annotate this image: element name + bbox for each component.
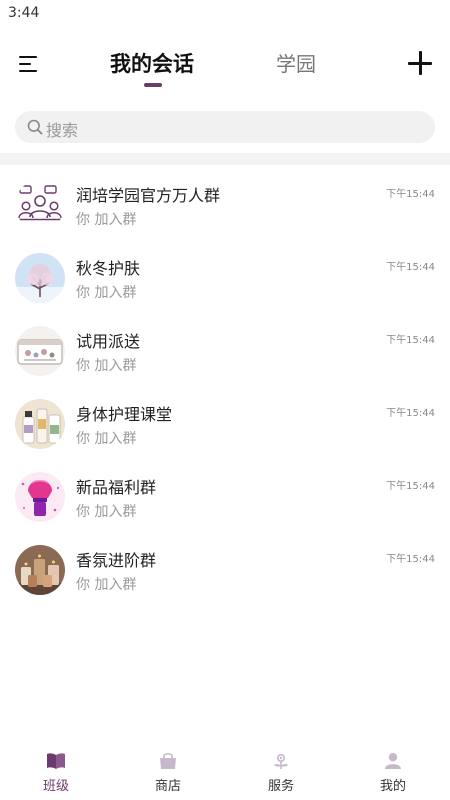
book-icon [47,753,65,769]
body-care-bottles-photo [15,399,65,449]
search-input[interactable]: 搜索 [15,111,435,143]
top-bar: 我的会话 学园 [0,40,450,92]
makeup-brush-photo [15,472,65,522]
conversation-item[interactable]: 润培学园官方万人群 你 加入群 下午15:44 [0,168,450,238]
nav-item-service[interactable]: 服务 [225,742,337,800]
conversation-preview: 你 加入群 [76,577,137,593]
conversation-preview: 你 加入群 [76,504,137,520]
search-icon [27,119,43,135]
conversation-item[interactable]: 秋冬护肤 你 加入群 下午15:44 [0,241,450,311]
nav-item-class[interactable]: 班级 [0,742,112,800]
nav-label: 服务 [267,779,294,794]
status-time: 3:44 [8,5,40,21]
active-tab-indicator [144,83,162,87]
person-icon [385,753,401,769]
conversation-name: 新品福利群 [76,478,157,497]
tab-academy[interactable]: 学园 [276,48,316,77]
conversation-item[interactable]: 身体护理课堂 你 加入群 下午15:44 [0,387,450,457]
conversation-preview: 你 加入群 [76,431,137,447]
conversation-time: 下午15:44 [386,335,435,346]
conversation-preview: 你 加入群 [76,212,137,228]
conversation-name: 香氛进阶群 [76,551,157,570]
nav-label: 班级 [42,779,69,794]
add-icon[interactable] [408,51,432,75]
section-divider [0,153,450,165]
conversation-name: 润培学园官方万人群 [76,186,221,205]
winter-tree-photo [15,253,65,303]
status-bar: 3:44 [0,0,450,26]
conversation-preview: 你 加入群 [76,285,137,301]
search-placeholder: 搜索 [46,121,79,140]
nav-item-store[interactable]: 商店 [112,742,224,800]
nav-label: 我的 [379,779,406,794]
conversation-item[interactable]: 新品福利群 你 加入群 下午15:44 [0,460,450,530]
conversation-name: 秋冬护肤 [76,259,141,278]
conversation-item[interactable]: 试用派送 你 加入群 下午15:44 [0,314,450,384]
conversation-time: 下午15:44 [386,481,435,492]
candles-photo [15,545,65,595]
conversation-item[interactable]: 香氛进阶群 你 加入群 下午15:44 [0,533,450,603]
conversation-time: 下午15:44 [386,408,435,419]
conversation-preview: 你 加入群 [76,358,137,374]
menu-icon[interactable] [17,52,41,76]
shopping-bag-icon [160,752,176,769]
conversation-name: 试用派送 [76,332,141,351]
conversation-time: 下午15:44 [386,189,435,200]
conversation-name: 身体护理课堂 [76,405,173,424]
group-people-icon [15,180,65,230]
bottom-nav: 班级 商店 服务 我的 [0,742,450,800]
nav-item-mine[interactable]: 我的 [337,742,449,800]
gift-box-photo [15,326,65,376]
conversation-time: 下午15:44 [386,554,435,565]
nav-label: 商店 [154,779,181,794]
service-flower-icon [274,753,288,769]
tab-my-conversations[interactable]: 我的会话 [110,48,194,78]
conversation-time: 下午15:44 [386,262,435,273]
